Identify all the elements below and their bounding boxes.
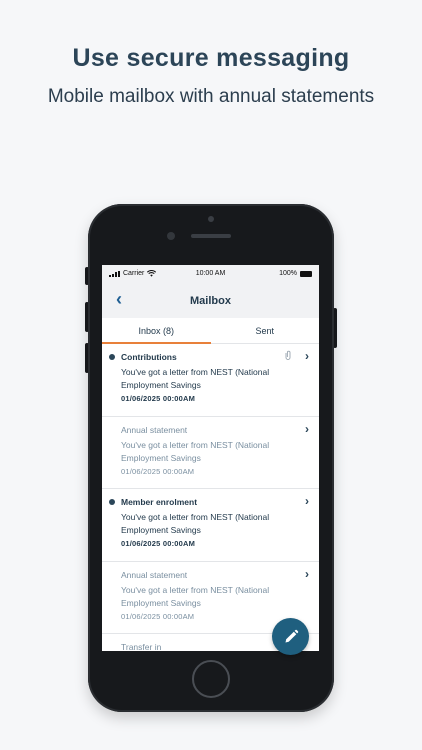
paperclip-icon: [285, 350, 291, 360]
home-button[interactable]: [192, 660, 230, 698]
tab-sent[interactable]: Sent: [211, 318, 320, 343]
app-screen: Carrier 10:00 AM 100% ‹ Mailbox Inbox (8…: [102, 265, 319, 651]
speaker-grille: [191, 234, 231, 238]
pencil-icon: [285, 629, 298, 642]
tab-inbox[interactable]: Inbox (8): [102, 318, 211, 344]
front-camera: [167, 232, 175, 240]
message-preview: You've got a letter from NEST (National …: [121, 439, 270, 463]
list-item[interactable]: Annual statement You've got a letter fro…: [102, 417, 319, 489]
mailbox-tabs: Inbox (8) Sent: [102, 318, 319, 344]
unread-dot-icon: [109, 499, 115, 505]
message-preview: You've got a letter from NEST (National …: [121, 584, 270, 608]
message-preview: You've got a letter from NEST (National …: [121, 512, 270, 535]
message-preview: You've got a letter from NEST (National …: [121, 367, 270, 390]
headline: Use secure messaging: [72, 44, 350, 72]
message-subject: Contributions: [121, 352, 177, 362]
message-subject: Annual statement: [121, 424, 188, 435]
message-subject: Annual statement: [121, 569, 188, 580]
battery-icon: [300, 270, 312, 277]
list-item[interactable]: Member enrolment You've got a letter fro…: [102, 489, 319, 562]
subline: Mobile mailbox with annual statements: [47, 86, 375, 107]
chevron-right-icon: ›: [305, 421, 309, 436]
message-list: Contributions You've got a letter from N…: [102, 344, 319, 651]
unread-dot-icon: [109, 354, 115, 360]
message-subject: Member enrolment: [121, 497, 198, 507]
compose-button[interactable]: [272, 618, 309, 655]
chevron-right-icon: ›: [305, 349, 309, 363]
chevron-right-icon: ›: [305, 566, 309, 581]
message-date: 01/06/2025 00:00AM: [121, 539, 196, 548]
nav-bar: ‹ Mailbox: [102, 282, 319, 318]
status-right: 100%: [279, 270, 312, 277]
message-date: 01/06/2025 00:00AM: [121, 611, 195, 621]
list-item[interactable]: Contributions You've got a letter from N…: [102, 344, 319, 417]
battery-percent: 100%: [279, 270, 297, 277]
page-title: Mailbox: [190, 295, 231, 307]
status-bar: Carrier 10:00 AM 100%: [102, 265, 319, 282]
message-date: 01/06/2025 00:00AM: [121, 466, 195, 476]
message-date: 01/06/2025 00:00AM: [121, 394, 196, 403]
camera-dot: [208, 216, 214, 222]
chevron-right-icon: ›: [305, 494, 309, 508]
